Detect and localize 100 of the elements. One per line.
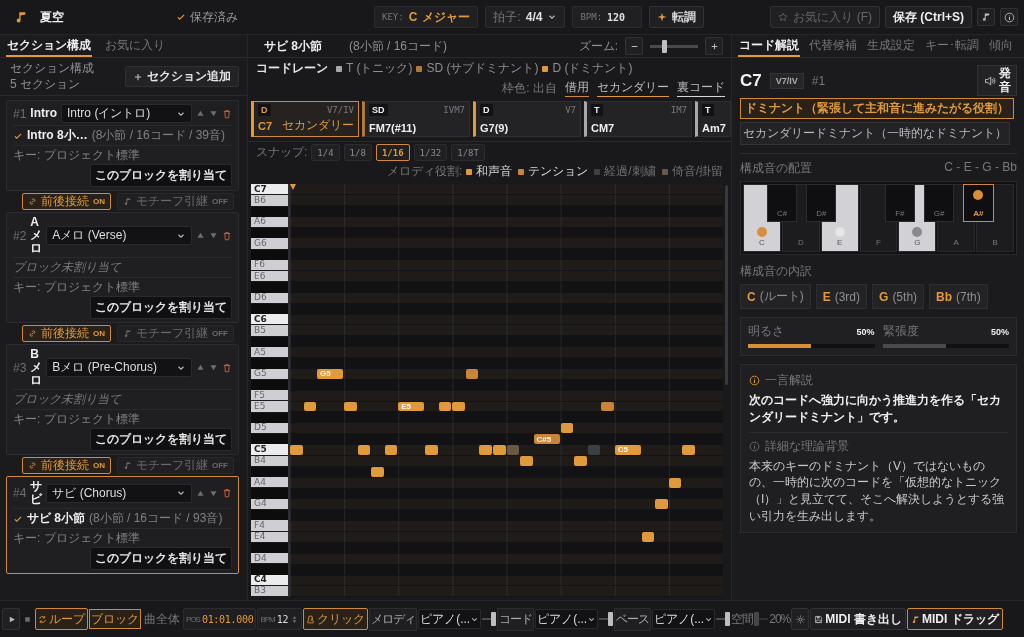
panel-tab[interactable]: 代替候補 [808, 35, 858, 57]
light-button[interactable] [791, 608, 810, 630]
down-triangle-icon[interactable] [209, 109, 218, 118]
position-field[interactable]: POS 01:01.000 [183, 608, 257, 630]
note-block[interactable] [344, 401, 357, 412]
up-triangle-icon[interactable] [196, 363, 205, 372]
note-block[interactable] [641, 532, 655, 542]
piano-key[interactable]: E6 [251, 271, 288, 283]
piano-key[interactable]: D4 [251, 553, 288, 565]
chord-card[interactable]: T IM7 CM7 [584, 101, 692, 137]
midi-drag-button[interactable]: MIDI ドラッグ [906, 608, 1003, 630]
assign-button[interactable]: このブロックを割り当て [90, 547, 232, 570]
piano-key[interactable]: G5 [251, 368, 288, 380]
zoom-in-button[interactable] [705, 37, 723, 55]
note-button[interactable] [977, 8, 995, 26]
loop-button[interactable]: ループ [35, 608, 88, 630]
piano-key[interactable] [251, 228, 288, 239]
section-card[interactable]: #2 Aメロ Aメロ (Verse) ブロック未割り当て キー: プロジェクト標準 このブロックを割り当て [6, 212, 239, 323]
add-section-button[interactable]: セクション追加 [125, 66, 239, 87]
note-block[interactable] [357, 445, 371, 455]
piano-key[interactable]: E5 [251, 401, 288, 413]
piano-key[interactable]: B6 [251, 195, 288, 207]
key-select[interactable]: KEY: C メジャー [374, 6, 479, 28]
panel-tab[interactable]: 生成設定 [866, 35, 916, 57]
range-tab[interactable]: 曲全体 [142, 609, 182, 629]
note-block[interactable] [438, 401, 452, 412]
trash-icon[interactable] [222, 108, 232, 119]
note-block[interactable] [655, 499, 668, 510]
export-button[interactable]: MIDI 書き出し [810, 608, 906, 630]
note-block[interactable] [574, 455, 587, 466]
piano-key[interactable] [251, 466, 288, 478]
slider-thumb[interactable] [491, 612, 497, 626]
play-sound-button[interactable]: 発音 [977, 65, 1017, 96]
piano-key[interactable]: A4 [251, 477, 288, 489]
piano-key[interactable]: C7 [251, 184, 288, 196]
piano-key[interactable] [251, 303, 288, 315]
instrument-select[interactable]: ピアノ(... [535, 609, 599, 629]
piano-key[interactable]: F4 [251, 520, 288, 532]
chord-card[interactable]: D V7 G7(9) [473, 101, 581, 137]
panel-tab[interactable]: 傾向 [988, 35, 1014, 57]
section-card[interactable]: #1 Intro Intro (イントロ) Intro 8小… (8小節 / 16コード / 39音) キー: プロジェクト標準 このブロックを割り当て [6, 100, 239, 191]
snap-button[interactable]: 1/8 [343, 144, 372, 161]
piano-key[interactable]: B5 [251, 325, 288, 337]
note-block[interactable] [465, 368, 479, 379]
section-type-select[interactable]: Aメロ (Verse) [46, 226, 192, 245]
piano-key[interactable] [251, 542, 288, 554]
instrument-select[interactable]: ピアノ(... [418, 609, 482, 629]
panel-tab[interactable]: セクション構成 [6, 35, 92, 57]
range-tab[interactable]: ブロック [89, 609, 141, 629]
chord-card[interactable]: T Am7 [695, 101, 731, 137]
piano-key[interactable]: D6 [251, 292, 288, 304]
section-type-select[interactable]: Intro (イントロ) [61, 104, 192, 123]
snap-button[interactable]: 1/4 [311, 144, 340, 161]
piano-key[interactable]: F5 [251, 390, 288, 402]
up-triangle-icon[interactable] [196, 231, 205, 240]
piano-key[interactable]: C6 [251, 314, 288, 326]
note-block[interactable] [303, 401, 317, 412]
connect-toggle[interactable]: 前後接続 ON [22, 193, 111, 210]
piano-key[interactable] [251, 509, 288, 521]
click-button[interactable]: クリック [303, 608, 369, 630]
panel-tab[interactable]: お気に入り [104, 35, 166, 57]
panel-tab[interactable]: コード解説 [738, 35, 800, 57]
section-type-select[interactable]: Bメロ (Pre-Chorus) [46, 358, 192, 377]
bpm-field[interactable]: BPM: 120 [572, 6, 643, 28]
note-block[interactable] [520, 455, 533, 466]
slider-thumb[interactable] [662, 39, 668, 53]
note-block[interactable] [668, 477, 682, 488]
info-button[interactable] [1000, 8, 1018, 26]
piano-key[interactable]: C4 [251, 574, 288, 586]
trash-icon[interactable] [222, 230, 232, 241]
snap-button[interactable]: 1/8T [451, 144, 485, 161]
scrollbar[interactable] [725, 185, 728, 385]
connect-toggle[interactable]: 前後接続 ON [22, 457, 111, 474]
note-block[interactable] [425, 445, 438, 455]
assign-button[interactable]: このブロックを割り当て [90, 428, 232, 451]
note-block[interactable] [479, 445, 492, 455]
chord-card[interactable]: D V7/IV C7 セカンダリー [251, 101, 359, 137]
up-triangle-icon[interactable] [196, 109, 205, 118]
piano-key[interactable]: C5 [251, 444, 288, 456]
note-block[interactable] [371, 466, 384, 477]
note-block[interactable] [682, 445, 695, 455]
piano-key[interactable] [251, 434, 288, 445]
play-button[interactable] [2, 608, 20, 630]
save-button[interactable]: 保存 (Ctrl+S) [885, 6, 972, 28]
down-triangle-icon[interactable] [209, 363, 218, 372]
slider-thumb[interactable] [754, 612, 759, 626]
down-triangle-icon[interactable] [209, 488, 218, 498]
note-block[interactable] [384, 445, 398, 455]
playhead-marker[interactable] [290, 184, 296, 190]
assign-button[interactable]: このブロックを割り当て [90, 296, 232, 319]
connect-toggle[interactable]: 前後接続 ON [22, 325, 111, 342]
note-block[interactable] [560, 423, 574, 434]
panel-tab[interactable]: キー･転調 [924, 35, 980, 57]
trash-icon[interactable] [222, 362, 232, 373]
down-triangle-icon[interactable] [209, 231, 218, 240]
note-block[interactable] [452, 401, 465, 412]
up-triangle-icon[interactable] [196, 488, 205, 498]
note-block[interactable] [601, 401, 614, 412]
section-type-select[interactable]: サビ (Chorus) [46, 483, 192, 503]
chord-card[interactable]: SD IVM7 FM7(#11) [362, 101, 470, 137]
